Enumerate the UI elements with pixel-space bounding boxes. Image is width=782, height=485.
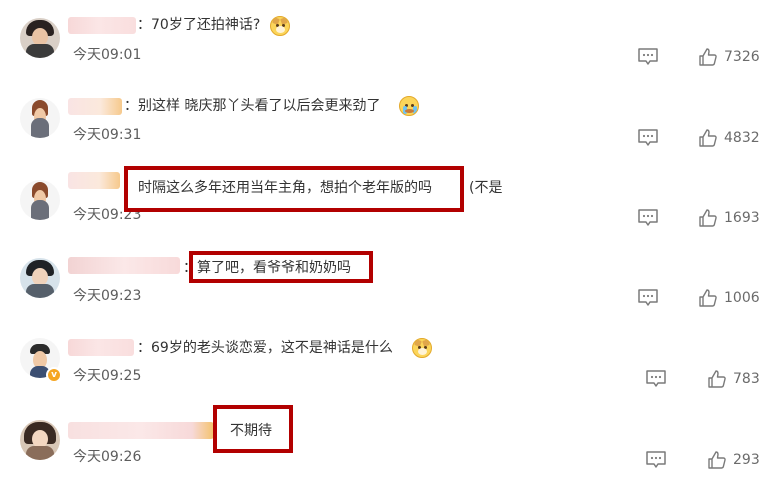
like-button[interactable]: 4832	[698, 128, 778, 148]
thumbs-up-icon	[698, 128, 718, 148]
like-count: 7326	[724, 49, 760, 65]
avatar[interactable]	[20, 98, 60, 138]
comment-bubble-icon	[637, 128, 659, 148]
like-count: 4832	[724, 130, 760, 146]
thumbs-up-icon	[707, 369, 727, 389]
avatar[interactable]	[20, 18, 60, 58]
thumbs-up-icon	[698, 208, 718, 228]
avatar[interactable]	[20, 420, 60, 460]
comment-item: ：别这样 晓庆那丫头看了以后会更来劲了 今天09:31 4832	[0, 94, 782, 174]
doge-emoji	[412, 338, 432, 358]
comment-bubble-icon	[637, 288, 659, 308]
username-blurred[interactable]	[68, 257, 180, 274]
comment-time: 今天09:01	[73, 47, 142, 63]
comment-bubble-icon	[645, 369, 667, 389]
like-button[interactable]: 783	[707, 369, 782, 389]
username-blurred[interactable]	[68, 339, 134, 356]
comment-time: 今天09:23	[73, 288, 142, 304]
comment-item: ：70岁了还拍神话? 今天09:01 7326	[0, 12, 782, 92]
comment-text: ：69岁的老头谈恋爱，这不是神话是什么	[137, 340, 393, 356]
like-count: 783	[733, 371, 760, 387]
comment-reply-button[interactable]	[645, 369, 667, 389]
like-count: 1693	[724, 210, 760, 226]
comment-time: 今天09:31	[73, 127, 142, 143]
crying-emoji	[399, 96, 419, 116]
comment-bubble-icon	[637, 208, 659, 228]
comment-reply-button[interactable]	[637, 208, 659, 228]
comment-text: ：70岁了还拍神话?	[137, 17, 261, 33]
like-button[interactable]: 293	[707, 450, 782, 470]
thumbs-up-icon	[707, 450, 727, 470]
comment-bubble-icon	[645, 450, 667, 470]
thumbs-up-icon	[698, 288, 718, 308]
like-count: 293	[733, 452, 760, 468]
comment-reply-button[interactable]	[637, 288, 659, 308]
comment-item: ：算了吧，看爷爷和奶奶吗 今天09:23 1006	[0, 252, 782, 332]
highlight-box	[189, 251, 373, 283]
like-count: 1006	[724, 290, 760, 306]
highlight-box	[213, 405, 293, 453]
like-button[interactable]: 1693	[698, 208, 778, 228]
username-blurred[interactable]	[68, 422, 214, 439]
username-blurred[interactable]	[68, 98, 122, 115]
comment-bubble-icon	[637, 47, 659, 67]
username-blurred[interactable]	[68, 17, 136, 34]
thumbs-up-icon	[698, 47, 718, 67]
verified-badge-icon: v	[46, 367, 62, 383]
comment-time: 今天09:26	[73, 449, 142, 465]
comment-item: 不期待 今天09:26 293	[0, 414, 782, 485]
username-blurred[interactable]	[68, 172, 120, 189]
comment-text: ：别这样 晓庆那丫头看了以后会更来劲了	[124, 98, 381, 114]
doge-emoji	[270, 16, 290, 36]
comment-item: v ：69岁的老头谈恋爱，这不是神话是什么 今天09:25 783	[0, 336, 782, 416]
avatar[interactable]	[20, 180, 60, 220]
like-button[interactable]: 7326	[698, 47, 778, 67]
comment-reply-button[interactable]	[637, 47, 659, 67]
comment-time: 今天09:25	[73, 368, 142, 384]
highlight-box	[124, 166, 464, 212]
comment-reply-button[interactable]	[645, 450, 667, 470]
comment-reply-button[interactable]	[637, 128, 659, 148]
avatar[interactable]	[20, 258, 60, 298]
like-button[interactable]: 1006	[698, 288, 778, 308]
comment-text-tail: (不是	[469, 180, 503, 196]
